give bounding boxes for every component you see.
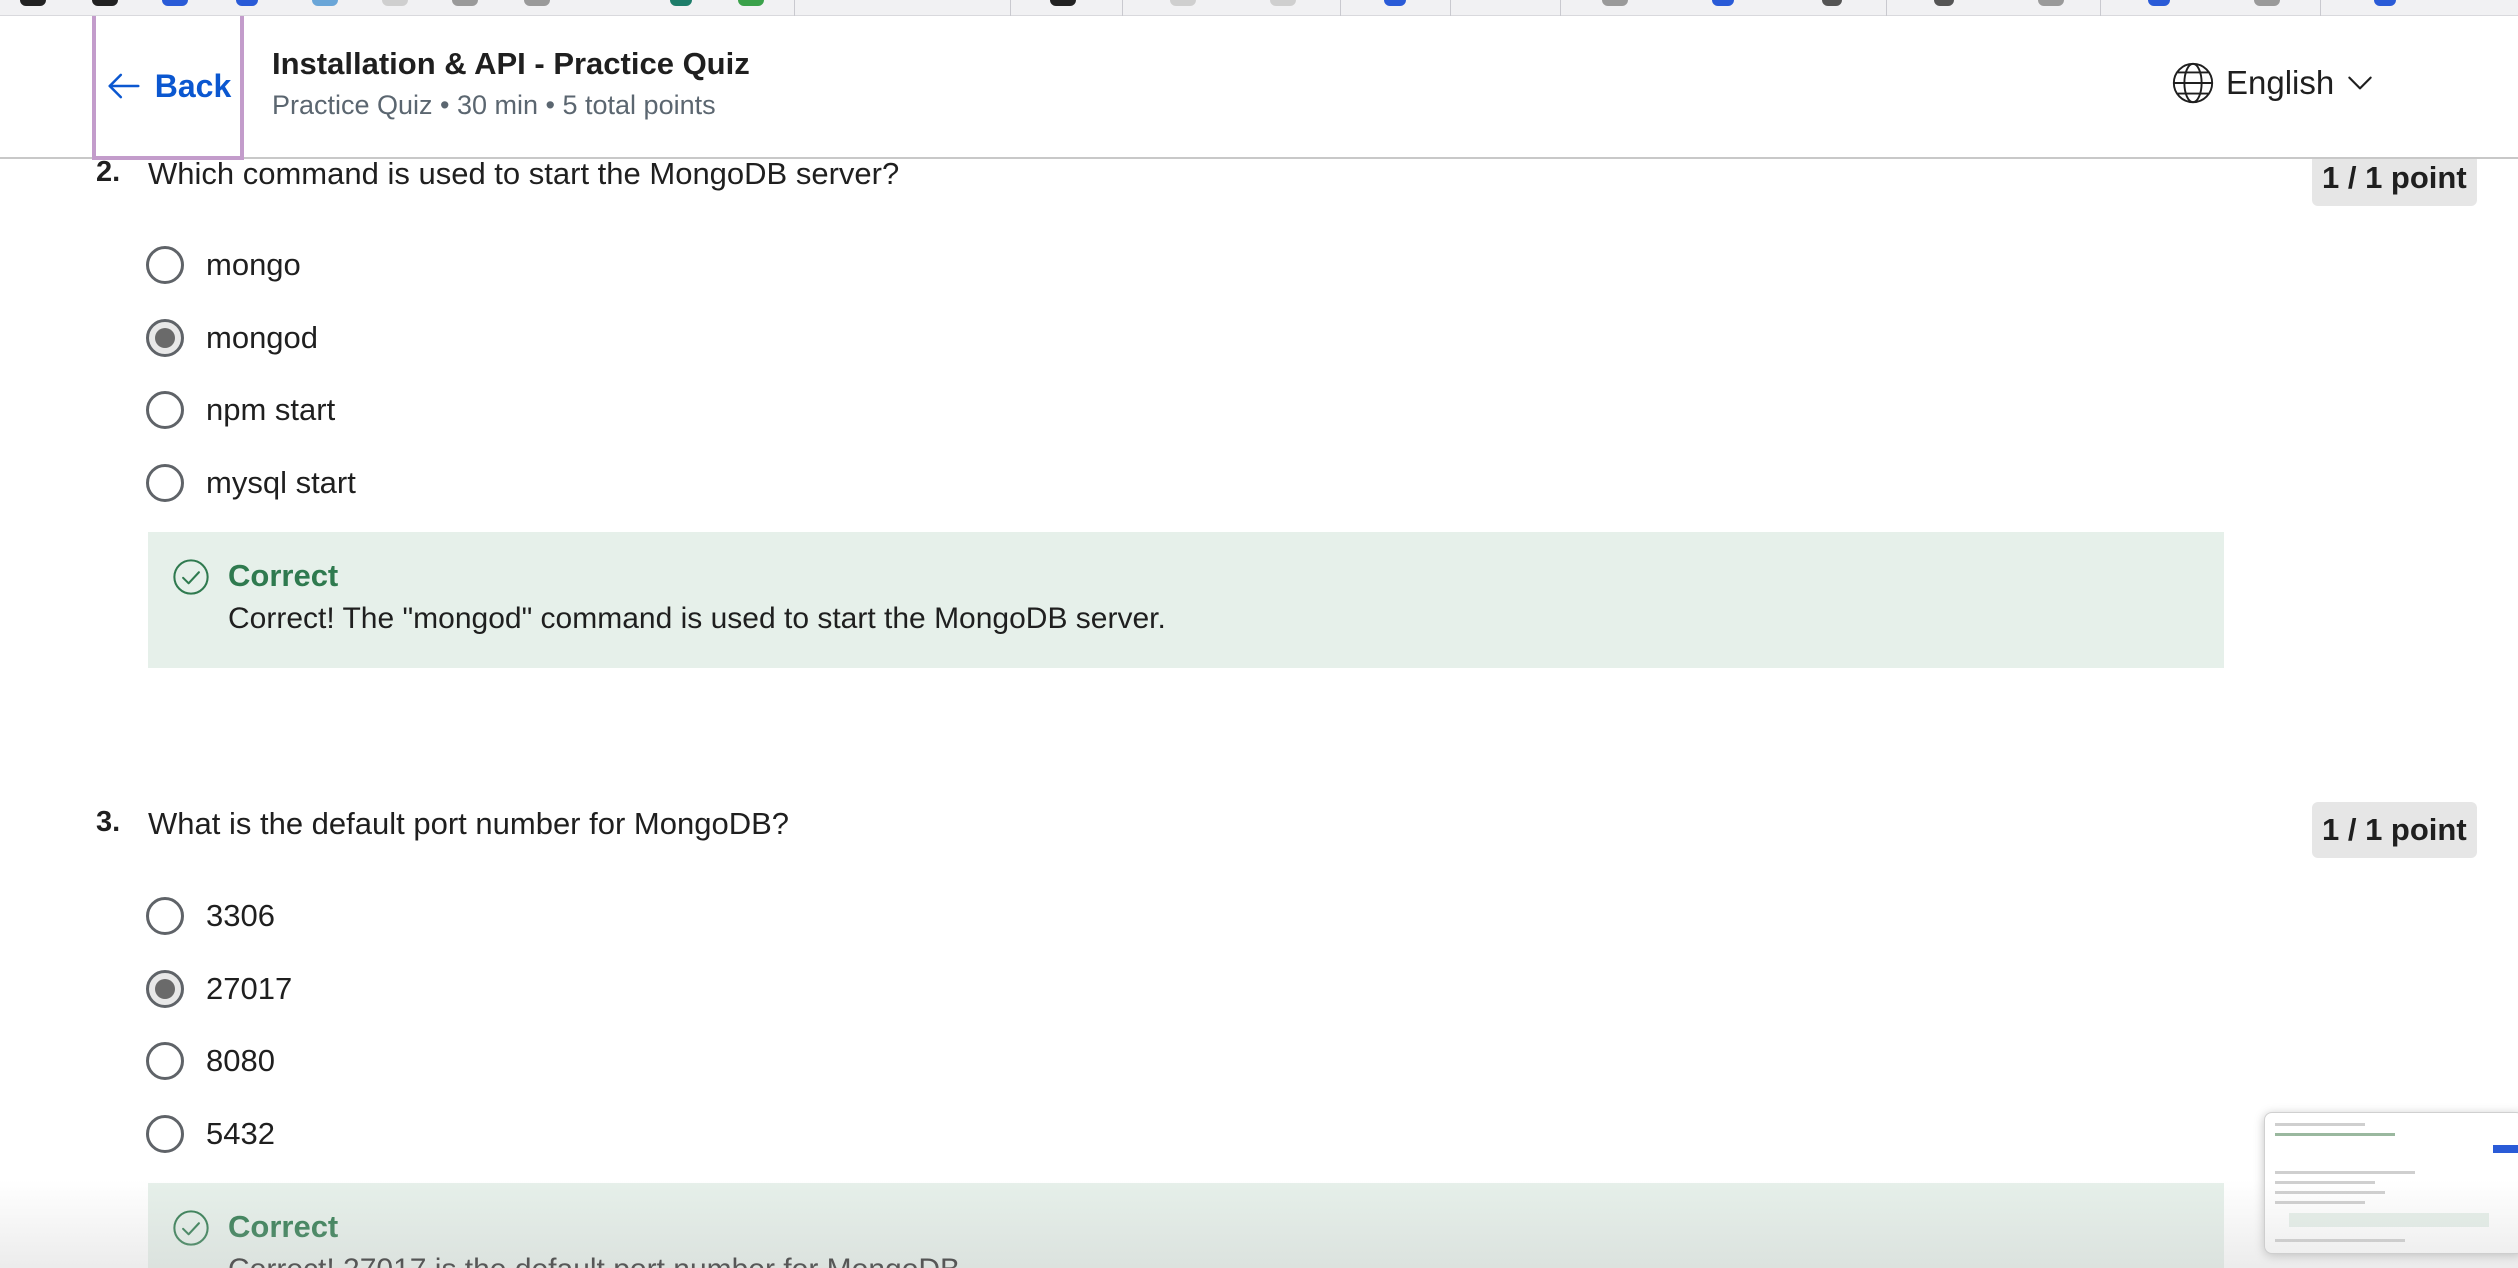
radio-button-selected[interactable] xyxy=(146,970,184,1008)
radio-button[interactable] xyxy=(146,1042,184,1080)
feedback-panel: Correct Correct! 27017 is the default po… xyxy=(148,1183,2224,1268)
globe-icon xyxy=(2172,62,2214,104)
tab-favicon[interactable] xyxy=(1712,0,1734,6)
tab-favicon[interactable] xyxy=(452,0,478,6)
tab-favicon[interactable] xyxy=(2038,0,2064,6)
tab-favicon[interactable] xyxy=(236,0,258,6)
screenshot-thumbnail[interactable] xyxy=(2264,1112,2518,1254)
quiz-meta: Practice Quiz • 30 min • 5 total points xyxy=(272,90,716,120)
question-text: What is the default port number for Mong… xyxy=(148,806,789,841)
radio-button[interactable] xyxy=(146,464,184,502)
quiz-header: Back Installation & API - Practice Quiz … xyxy=(0,16,2518,160)
answer-option[interactable]: 8080 xyxy=(146,1042,275,1080)
tab-favicon[interactable] xyxy=(1384,0,1406,6)
back-button-label: Back xyxy=(154,67,232,104)
answer-option[interactable]: npm start xyxy=(146,391,335,429)
tab-favicon[interactable] xyxy=(312,0,338,6)
radio-button-selected[interactable] xyxy=(146,319,184,357)
question-number: 3. xyxy=(96,806,121,838)
option-label: mongo xyxy=(206,247,301,282)
browser-tab-strip xyxy=(0,0,2518,16)
tab-favicon[interactable] xyxy=(2148,0,2170,6)
tab-favicon[interactable] xyxy=(92,0,118,6)
back-button[interactable]: Back xyxy=(92,16,244,160)
option-label: 3306 xyxy=(206,898,275,933)
points-badge: 1 / 1 point xyxy=(2312,802,2477,858)
feedback-panel: Correct Correct! The "mongod" command is… xyxy=(148,532,2224,668)
tab-favicon[interactable] xyxy=(670,0,692,6)
arrow-left-icon xyxy=(108,73,140,99)
tab-favicon[interactable] xyxy=(1934,0,1954,6)
option-label: 27017 xyxy=(206,971,293,1006)
tab-favicon[interactable] xyxy=(1822,0,1842,6)
language-selector[interactable]: English xyxy=(2170,60,2376,106)
answer-option[interactable]: mongod xyxy=(146,319,318,357)
tab-favicon[interactable] xyxy=(162,0,188,6)
option-label: mysql start xyxy=(206,465,356,500)
tab-favicon[interactable] xyxy=(524,0,550,6)
feedback-title: Correct xyxy=(228,1209,339,1244)
radio-button[interactable] xyxy=(146,391,184,429)
language-label: English xyxy=(2226,64,2335,101)
radio-button[interactable] xyxy=(146,1115,184,1153)
feedback-title: Correct xyxy=(228,558,339,593)
tab-favicon[interactable] xyxy=(1270,0,1296,6)
tab-favicon[interactable] xyxy=(20,0,46,6)
chevron-down-icon xyxy=(2348,76,2372,90)
question-number: 2. xyxy=(96,156,121,188)
feedback-text: Correct! 27017 is the default port numbe… xyxy=(228,1253,968,1268)
radio-button[interactable] xyxy=(146,897,184,935)
answer-option[interactable]: 3306 xyxy=(146,897,275,935)
feedback-text: Correct! The "mongod" command is used to… xyxy=(228,602,1166,635)
check-circle-icon xyxy=(173,559,209,595)
option-label: mongod xyxy=(206,320,319,355)
page-title: Installation & API - Practice Quiz xyxy=(272,46,750,81)
check-circle-icon xyxy=(173,1210,209,1246)
option-label: 8080 xyxy=(206,1043,275,1078)
option-label: 5432 xyxy=(206,1116,275,1151)
tab-favicon[interactable] xyxy=(1602,0,1628,6)
tab-favicon[interactable] xyxy=(738,0,764,6)
answer-option[interactable]: 27017 xyxy=(146,970,292,1008)
quiz-page: Back Installation & API - Practice Quiz … xyxy=(0,0,2518,1268)
tab-favicon[interactable] xyxy=(1170,0,1196,6)
radio-button[interactable] xyxy=(146,246,184,284)
answer-option[interactable]: 5432 xyxy=(146,1115,275,1153)
tab-favicon[interactable] xyxy=(2374,0,2396,6)
tab-favicon[interactable] xyxy=(382,0,408,6)
tab-favicon[interactable] xyxy=(2254,0,2280,6)
option-label: npm start xyxy=(206,392,336,427)
answer-option[interactable]: mysql start xyxy=(146,464,356,502)
tab-favicon[interactable] xyxy=(1050,0,1076,6)
question-text: Which command is used to start the Mongo… xyxy=(148,156,900,191)
answer-option[interactable]: mongo xyxy=(146,246,301,284)
